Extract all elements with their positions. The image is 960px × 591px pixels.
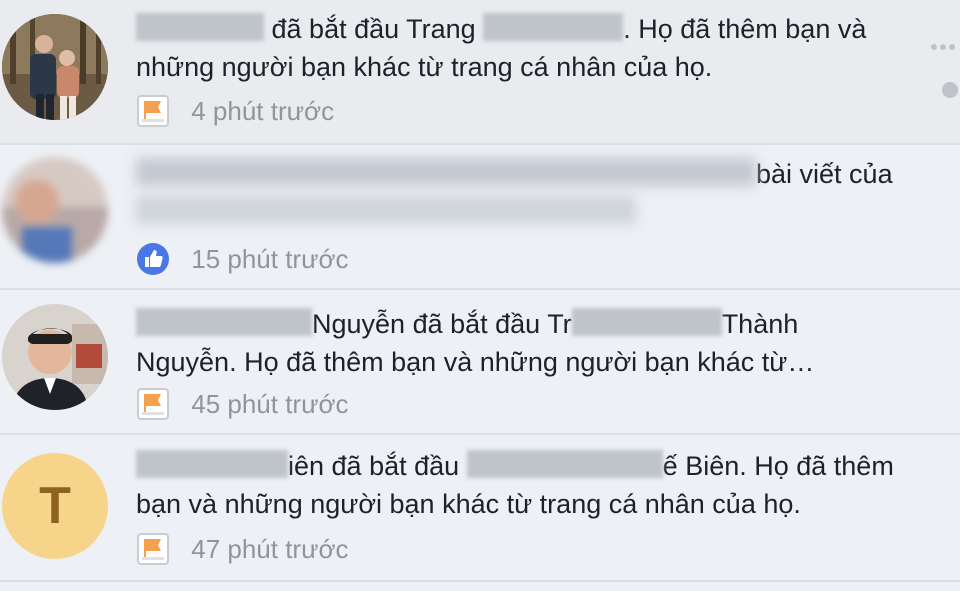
timestamp: 4 phút trước: [191, 96, 335, 127]
notification-text-part: đã bắt đầu Trang: [271, 14, 476, 44]
notification-text-part: những người bạn khác từ trang cá nhân củ…: [136, 52, 713, 82]
notification-text: bài viết của: [136, 155, 936, 231]
unread-dot-icon[interactable]: [942, 82, 958, 98]
notification-meta: 15 phút trước: [136, 240, 349, 276]
notification-text-part: bạn và những người bạn khác từ trang cá …: [136, 489, 801, 519]
avatar[interactable]: T: [2, 453, 108, 559]
notification-text-part: Thành: [721, 309, 799, 339]
notification-text: Nguyễn đã bắt đầu Tr Thành Nguyễn. Họ đã …: [136, 305, 936, 381]
blurred-name: [136, 13, 264, 41]
notification-text-part: Nguyễn đã bắt đầu Tr: [312, 309, 572, 339]
page-flag-icon: [137, 388, 169, 421]
blurred-name: [136, 450, 288, 478]
notification-meta: 45 phút trước: [136, 385, 349, 421]
blurred-text: [136, 158, 756, 186]
page-flag-icon: [137, 95, 169, 128]
divider: [0, 580, 960, 582]
timestamp: 47 phút trước: [191, 534, 349, 565]
notification-text-part: ế Biên. Họ đã thêm: [662, 451, 894, 481]
blurred-name: [136, 308, 312, 336]
blurred-text: [136, 196, 636, 224]
avatar[interactable]: [2, 304, 108, 410]
notification-text: đã bắt đầu Trang . Họ đã thêm bạn và nhữ…: [136, 10, 936, 86]
notification-text-part: bài viết của: [756, 159, 893, 189]
notification-text-part: Nguyễn. Họ đã thêm bạn và những người bạ…: [136, 347, 815, 377]
notification-text: iên đã bắt đầu ế Biên. Họ đã thêm bạn và…: [136, 447, 936, 523]
avatar[interactable]: [2, 157, 108, 263]
like-icon: [137, 243, 169, 276]
notification-meta: 4 phút trước: [136, 92, 335, 128]
notification-text-part: . Họ đã thêm bạn và: [623, 14, 867, 44]
blurred-name: [571, 308, 722, 336]
notification-meta: 47 phút trước: [136, 530, 349, 566]
avatar[interactable]: [2, 14, 108, 120]
blurred-name: [466, 450, 663, 478]
timestamp: 45 phút trước: [191, 389, 349, 420]
timestamp: 15 phút trước: [191, 244, 349, 275]
blurred-name: [483, 13, 624, 41]
notification-text-part: iên đã bắt đầu: [288, 451, 460, 481]
avatar-letter: T: [39, 477, 71, 535]
page-flag-icon: [137, 533, 169, 566]
